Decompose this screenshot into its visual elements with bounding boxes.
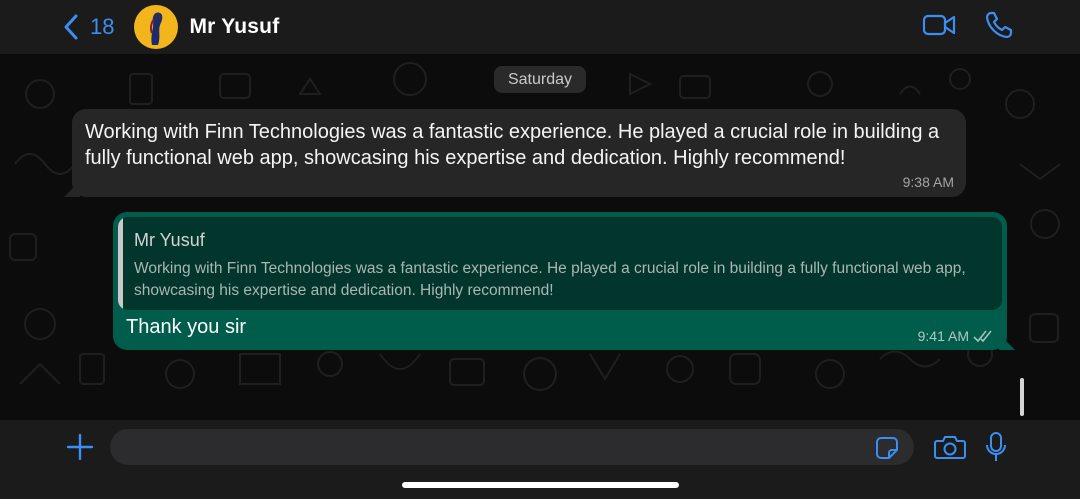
sticker-icon[interactable] — [875, 436, 899, 460]
quoted-reply[interactable]: Mr Yusuf Working with Finn Technologies … — [118, 217, 1002, 310]
message-time: 9:38 AM — [902, 174, 954, 190]
quote-bar — [118, 217, 123, 310]
chevron-left-icon — [64, 14, 78, 40]
scrollbar[interactable] — [1020, 378, 1024, 416]
back-button[interactable]: 18 — [62, 13, 114, 41]
plus-icon[interactable] — [66, 433, 94, 461]
home-indicator[interactable] — [402, 482, 679, 488]
incoming-message[interactable]: Working with Finn Technologies was a fan… — [64, 109, 966, 197]
phone-call-icon[interactable] — [984, 10, 1014, 40]
camera-icon[interactable] — [934, 434, 966, 460]
message-list[interactable]: Saturday Working with Finn Technologies … — [0, 54, 1080, 420]
date-separator: Saturday — [494, 66, 586, 93]
composer-bar — [0, 420, 1080, 499]
header-actions — [922, 10, 1013, 40]
message-time-status: 9:41 AM — [918, 328, 995, 344]
contact-name[interactable]: Mr Yusuf — [189, 15, 279, 39]
avatar[interactable] — [134, 5, 179, 49]
message-text: Thank you sir — [126, 316, 247, 338]
quoted-author: Mr Yusuf — [134, 230, 205, 250]
quoted-text: Working with Finn Technologies was a fan… — [134, 260, 966, 299]
chat-header: 18 Mr Yusuf — [0, 0, 1080, 54]
message-text: Working with Finn Technologies was a fan… — [85, 121, 940, 169]
unread-count: 18 — [90, 14, 115, 39]
chat-screen: 18 Mr Yusuf Saturday Working with Finn T… — [0, 0, 1080, 499]
avatar-image — [150, 12, 163, 46]
message-input[interactable] — [110, 429, 914, 465]
outgoing-message[interactable]: Mr Yusuf Working with Finn Technologies … — [113, 212, 1015, 350]
microphone-icon[interactable] — [985, 431, 1007, 463]
message-time: 9:41 AM — [917, 328, 969, 344]
video-call-icon[interactable] — [922, 12, 956, 38]
read-receipt-icon — [973, 330, 992, 343]
